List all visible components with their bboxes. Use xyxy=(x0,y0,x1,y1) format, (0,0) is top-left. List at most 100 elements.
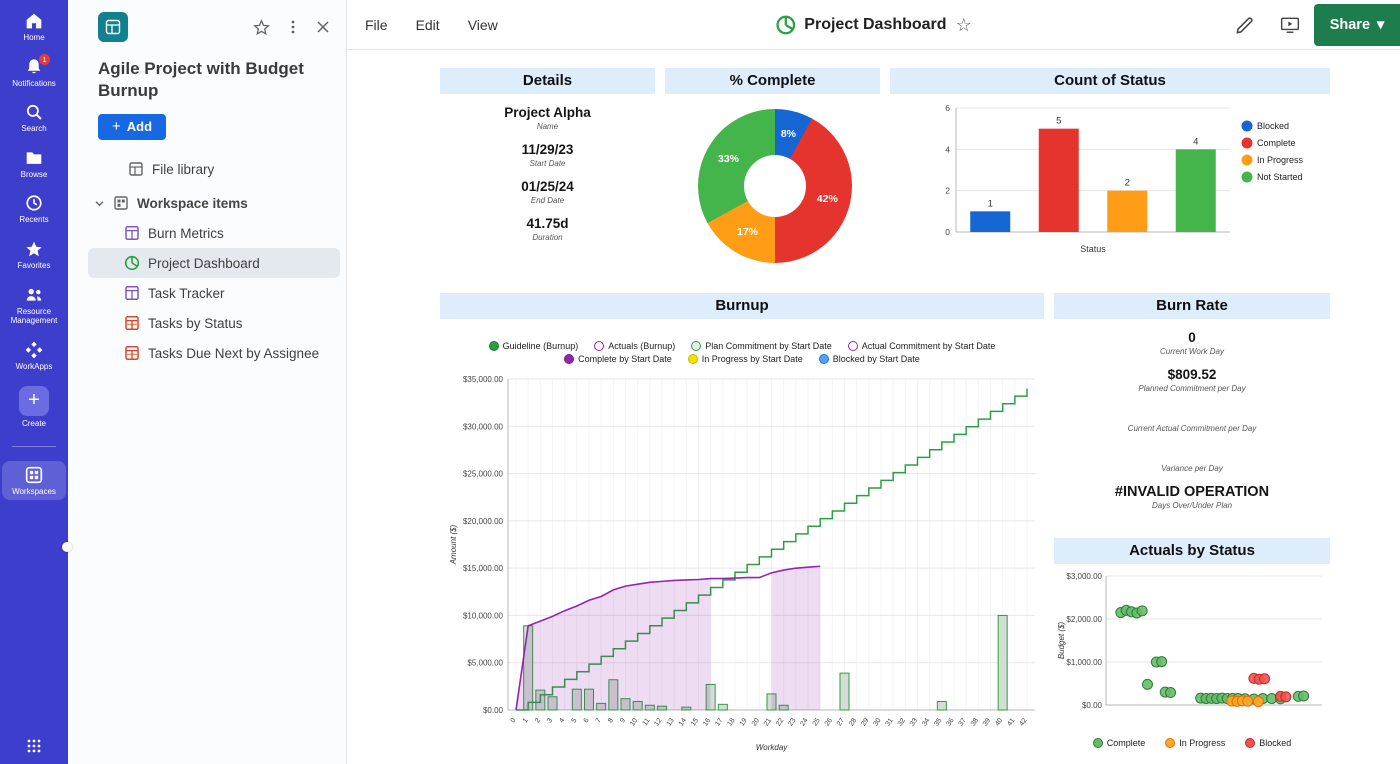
svg-text:40: 40 xyxy=(994,717,1004,727)
file-library-icon xyxy=(129,162,143,176)
add-button[interactable]: + Add xyxy=(98,114,167,141)
legend-item: Actuals (Burnup) xyxy=(594,341,675,351)
workspace-avatar[interactable] xyxy=(98,12,128,42)
widget-title: Count of Status xyxy=(890,68,1330,94)
left-rail: Home 1 Notifications Search Browse Recen… xyxy=(0,0,68,764)
svg-text:10: 10 xyxy=(629,717,639,727)
svg-text:6: 6 xyxy=(945,103,950,113)
widget-actuals-by-status: Actuals by Status $0.00 $1,000.00 $2,000.0… xyxy=(1054,538,1330,748)
donut-slice-label: 42% xyxy=(816,193,838,206)
svg-text:12: 12 xyxy=(653,717,663,727)
sidebar-item-project-dashboard[interactable]: Project Dashboard xyxy=(88,248,340,279)
edit-pencil-icon[interactable] xyxy=(1235,16,1254,35)
sidebar-item-tasks-by-status[interactable]: Tasks by Status xyxy=(88,308,340,338)
donut-slice-label: 17% xyxy=(736,226,759,239)
scatter-legend: Complete In Progress Blocked xyxy=(1054,738,1330,748)
sidebar-item-workspace-items[interactable]: Workspace items xyxy=(68,188,346,218)
svg-text:36: 36 xyxy=(945,717,955,727)
burnup-chart: $0.00 $5,000.00 $10,000.00 $15,000.00 $20,00… xyxy=(449,375,1035,752)
kebab-menu-icon[interactable] xyxy=(286,19,300,35)
metric-row: 11/29/23 Start Date xyxy=(521,142,574,168)
svg-text:9: 9 xyxy=(619,717,627,724)
share-button[interactable]: Share ▾ xyxy=(1314,4,1400,46)
menubar: File Edit View xyxy=(347,17,498,33)
rail-label: Home xyxy=(23,33,45,42)
svg-text:$20,000.00: $20,000.00 xyxy=(463,517,504,526)
svg-text:4: 4 xyxy=(945,144,950,154)
widget-title: Details xyxy=(440,68,655,94)
svg-text:Complete: Complete xyxy=(1257,138,1296,148)
svg-text:39: 39 xyxy=(982,717,992,727)
document-title-group: Project Dashboard ☆ xyxy=(775,0,972,50)
rail-item-search[interactable]: Search xyxy=(2,103,66,134)
svg-text:3: 3 xyxy=(546,717,554,724)
legend-item: In Progress by Start Date xyxy=(687,354,803,364)
menu-view[interactable]: View xyxy=(468,17,498,33)
sidebar-item-task-tracker[interactable]: Task Tracker xyxy=(88,278,340,308)
rail-label: Browse xyxy=(20,169,48,179)
svg-text:41: 41 xyxy=(1006,717,1016,727)
dashboard-main: File Edit View Project Dashboard ☆ Share… xyxy=(347,0,1400,764)
legend-item: In Progress xyxy=(1165,738,1225,748)
svg-text:In Progress: In Progress xyxy=(1257,155,1304,165)
svg-text:26: 26 xyxy=(824,717,834,727)
close-panel-icon[interactable] xyxy=(316,20,330,34)
svg-text:20: 20 xyxy=(751,717,761,727)
svg-text:42: 42 xyxy=(1018,717,1028,727)
svg-text:7: 7 xyxy=(595,717,603,724)
svg-text:$35,000.00: $35,000.00 xyxy=(463,375,504,384)
rail-item-app-grid[interactable] xyxy=(2,738,66,754)
panel-collapse-handle[interactable] xyxy=(62,542,72,552)
rail-item-create[interactable]: + Create xyxy=(2,386,66,429)
sidebar-item-tasks-due-next[interactable]: Tasks Due Next by Assignee xyxy=(88,338,340,368)
menu-edit[interactable]: Edit xyxy=(416,17,440,33)
metric-row: 41.75d Duration xyxy=(526,216,569,242)
svg-text:1: 1 xyxy=(522,717,530,724)
rail-item-workspaces[interactable]: Workspaces xyxy=(2,460,66,500)
widget-title: % Complete xyxy=(665,68,880,94)
rail-item-home[interactable]: Home xyxy=(2,12,66,43)
workspace-items-icon xyxy=(114,196,128,210)
legend-item: Guideline (Burnup) xyxy=(488,341,578,351)
svg-text:22: 22 xyxy=(775,717,785,727)
metric-row: 01/25/24 End Date xyxy=(521,179,574,205)
notification-badge: 1 xyxy=(39,53,50,65)
rail-item-recents[interactable]: Recents xyxy=(2,194,66,225)
svg-text:4: 4 xyxy=(558,717,566,724)
star-icon xyxy=(26,241,42,257)
rail-label: Search xyxy=(21,124,47,134)
workspace-panel: Agile Project with Budget Burnup + Add F… xyxy=(68,0,347,764)
widget-burnup: Burnup Guideline (Burnup) Actuals (Burnup… xyxy=(440,293,1044,760)
actuals-scatter-chart: $0.00 $1,000.00 $2,000.00 $3,000.00 Budget (… xyxy=(1057,572,1322,710)
rail-item-resource-management[interactable]: Resource Management xyxy=(2,286,66,326)
svg-text:Budget ($): Budget ($) xyxy=(1057,621,1066,659)
rail-item-favorites[interactable]: Favorites xyxy=(2,240,66,271)
svg-text:$0.00: $0.00 xyxy=(483,706,504,715)
sidebar-item-burn-metrics[interactable]: Burn Metrics xyxy=(88,218,340,248)
legend-item: Complete by Start Date xyxy=(564,354,672,364)
svg-text:Blocked: Blocked xyxy=(1257,121,1289,131)
rail-item-workapps[interactable]: WorkApps xyxy=(2,341,66,372)
dashboard-header: File Edit View Project Dashboard ☆ Share… xyxy=(347,0,1400,50)
svg-text:30: 30 xyxy=(872,717,882,727)
folder-icon xyxy=(26,152,42,164)
rail-label: Create xyxy=(21,419,46,429)
workspaces-icon xyxy=(25,466,43,484)
favorite-star-icon[interactable] xyxy=(253,18,270,36)
svg-text:17: 17 xyxy=(714,717,724,727)
rail-item-notifications[interactable]: 1 Notifications xyxy=(2,53,66,89)
legend-item: Blocked by Start Date xyxy=(818,354,920,364)
workspace-title: Agile Project with Budget Burnup xyxy=(98,59,304,101)
favorite-star-icon[interactable]: ☆ xyxy=(956,15,972,36)
sidebar-item-file-library[interactable]: File library xyxy=(68,154,346,184)
plus-icon: + xyxy=(112,118,121,136)
svg-text:13: 13 xyxy=(666,717,676,727)
widget-percent-complete: % Complete 8% 42% 17% 33% xyxy=(665,68,880,278)
svg-text:19: 19 xyxy=(739,717,749,727)
svg-text:Not Started: Not Started xyxy=(1257,172,1303,182)
menu-file[interactable]: File xyxy=(365,17,388,33)
present-icon[interactable] xyxy=(1280,16,1300,34)
rail-item-browse[interactable]: Browse xyxy=(2,149,66,180)
donut-slice-label: 33% xyxy=(718,152,740,165)
svg-text:$30,000.00: $30,000.00 xyxy=(463,422,504,431)
